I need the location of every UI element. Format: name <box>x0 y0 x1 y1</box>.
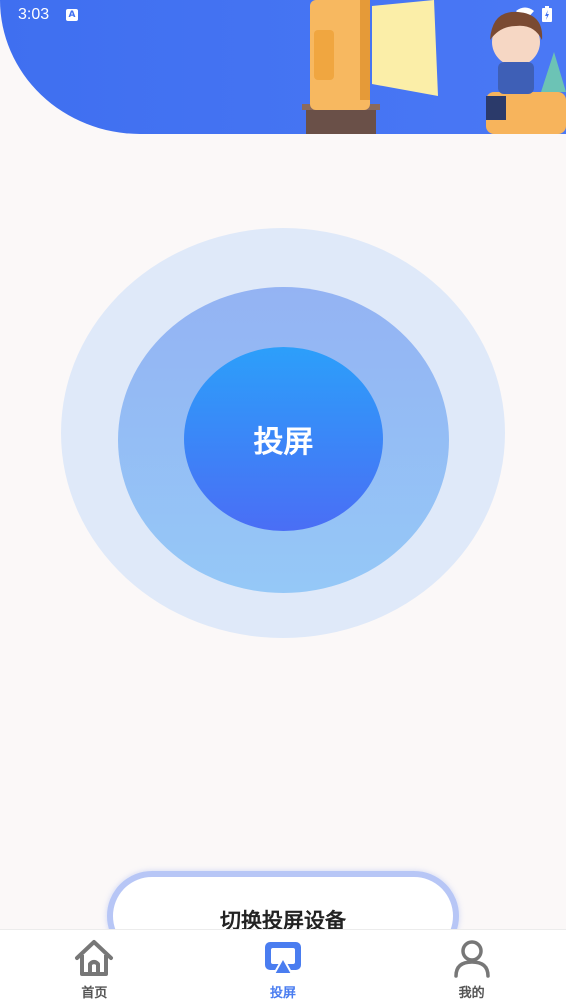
nav-item-home[interactable]: 首页 <box>0 930 189 1006</box>
bottom-nav: 首页 投屏 我的 <box>0 929 566 1006</box>
nav-label-mine: 我的 <box>458 986 485 1001</box>
person-icon <box>453 940 490 978</box>
nav-label-home: 首页 <box>81 986 108 1001</box>
cast-screen-button-label: 投屏 <box>253 425 314 460</box>
nav-label-cast: 投屏 <box>270 986 297 1001</box>
header-illustration <box>302 0 566 134</box>
screen: 3:03 A 投屏 切换投屏设备 首页 投屏 我的 <box>0 0 566 1006</box>
status-time: 3:03 <box>18 6 50 23</box>
nav-item-cast[interactable]: 投屏 <box>189 930 378 1006</box>
cast-screen-button[interactable]: 投屏 <box>184 347 383 531</box>
cast-screen-icon <box>265 942 301 975</box>
home-icon <box>75 940 114 976</box>
notification-a-icon: A <box>66 9 78 21</box>
header-banner: 3:03 A <box>0 0 566 134</box>
nav-item-mine[interactable]: 我的 <box>377 930 566 1006</box>
